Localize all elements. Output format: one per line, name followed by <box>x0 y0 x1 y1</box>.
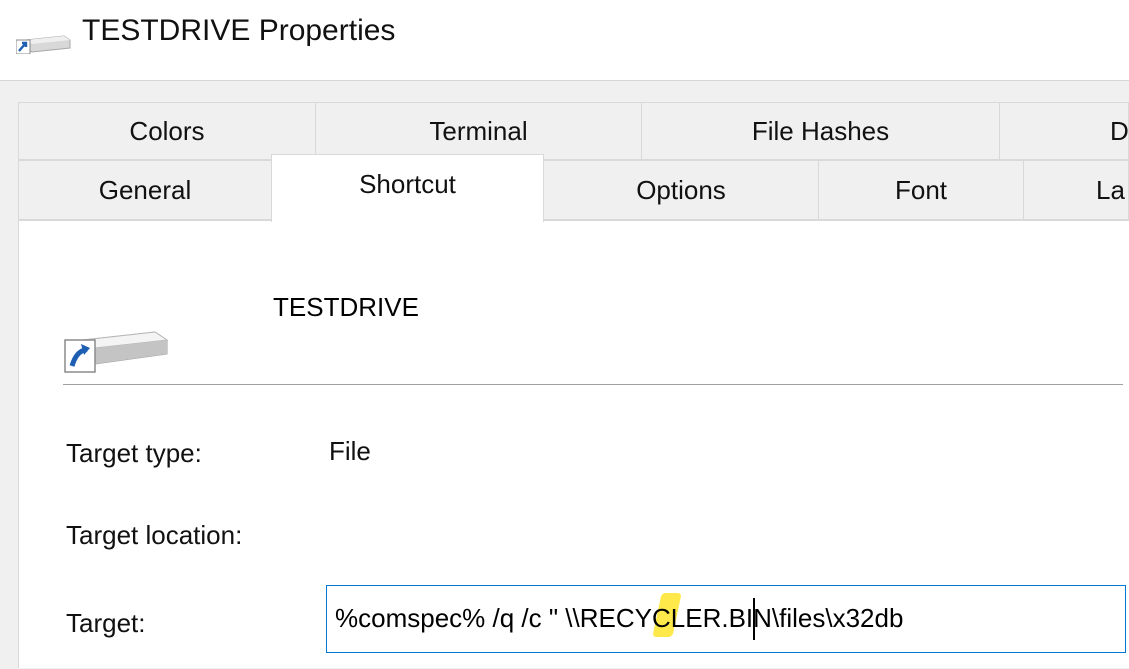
separator <box>63 384 1123 385</box>
shortcut-name: TESTDRIVE <box>273 292 419 322</box>
drive-shortcut-icon <box>64 331 169 373</box>
tab-shortcut[interactable]: Shortcut <box>271 154 544 222</box>
text-caret <box>753 598 755 640</box>
target-label: Target: <box>66 608 146 638</box>
tab-label: De <box>1110 115 1129 146</box>
target-input[interactable]: %comspec% /q /c " \\RECYCLER.BIN\files\x… <box>326 585 1126 653</box>
tab-label: File Hashes <box>751 115 890 146</box>
window-title: TESTDRIVE Properties <box>82 14 396 47</box>
tab-options[interactable]: Options <box>543 160 819 220</box>
tab-label: Colors <box>129 115 205 146</box>
tab-file-hashes[interactable]: File Hashes <box>641 102 1000 160</box>
tab-colors[interactable]: Colors <box>18 102 316 160</box>
title-bar: TESTDRIVE Properties <box>0 0 1129 80</box>
tab-font[interactable]: Font <box>818 160 1024 220</box>
target-type-value: File <box>329 436 371 466</box>
target-type-label: Target type: <box>66 438 202 468</box>
tab-label: General <box>98 174 192 205</box>
target-location-label: Target location: <box>66 520 243 550</box>
tab-details[interactable]: De <box>999 102 1129 160</box>
drive-shortcut-icon <box>16 35 71 54</box>
tab-label: Font <box>894 174 948 205</box>
tab-terminal[interactable]: Terminal <box>315 102 642 160</box>
tab-label: Options <box>636 174 726 205</box>
target-input-value: %comspec% /q /c " \\RECYCLER.BIN\files\x… <box>335 603 904 633</box>
tab-label: Shortcut <box>359 169 456 199</box>
tab-general[interactable]: General <box>18 160 272 220</box>
tab-label: La <box>1096 174 1125 205</box>
tab-label: Terminal <box>429 115 528 146</box>
tab-layout[interactable]: La <box>1023 160 1129 220</box>
